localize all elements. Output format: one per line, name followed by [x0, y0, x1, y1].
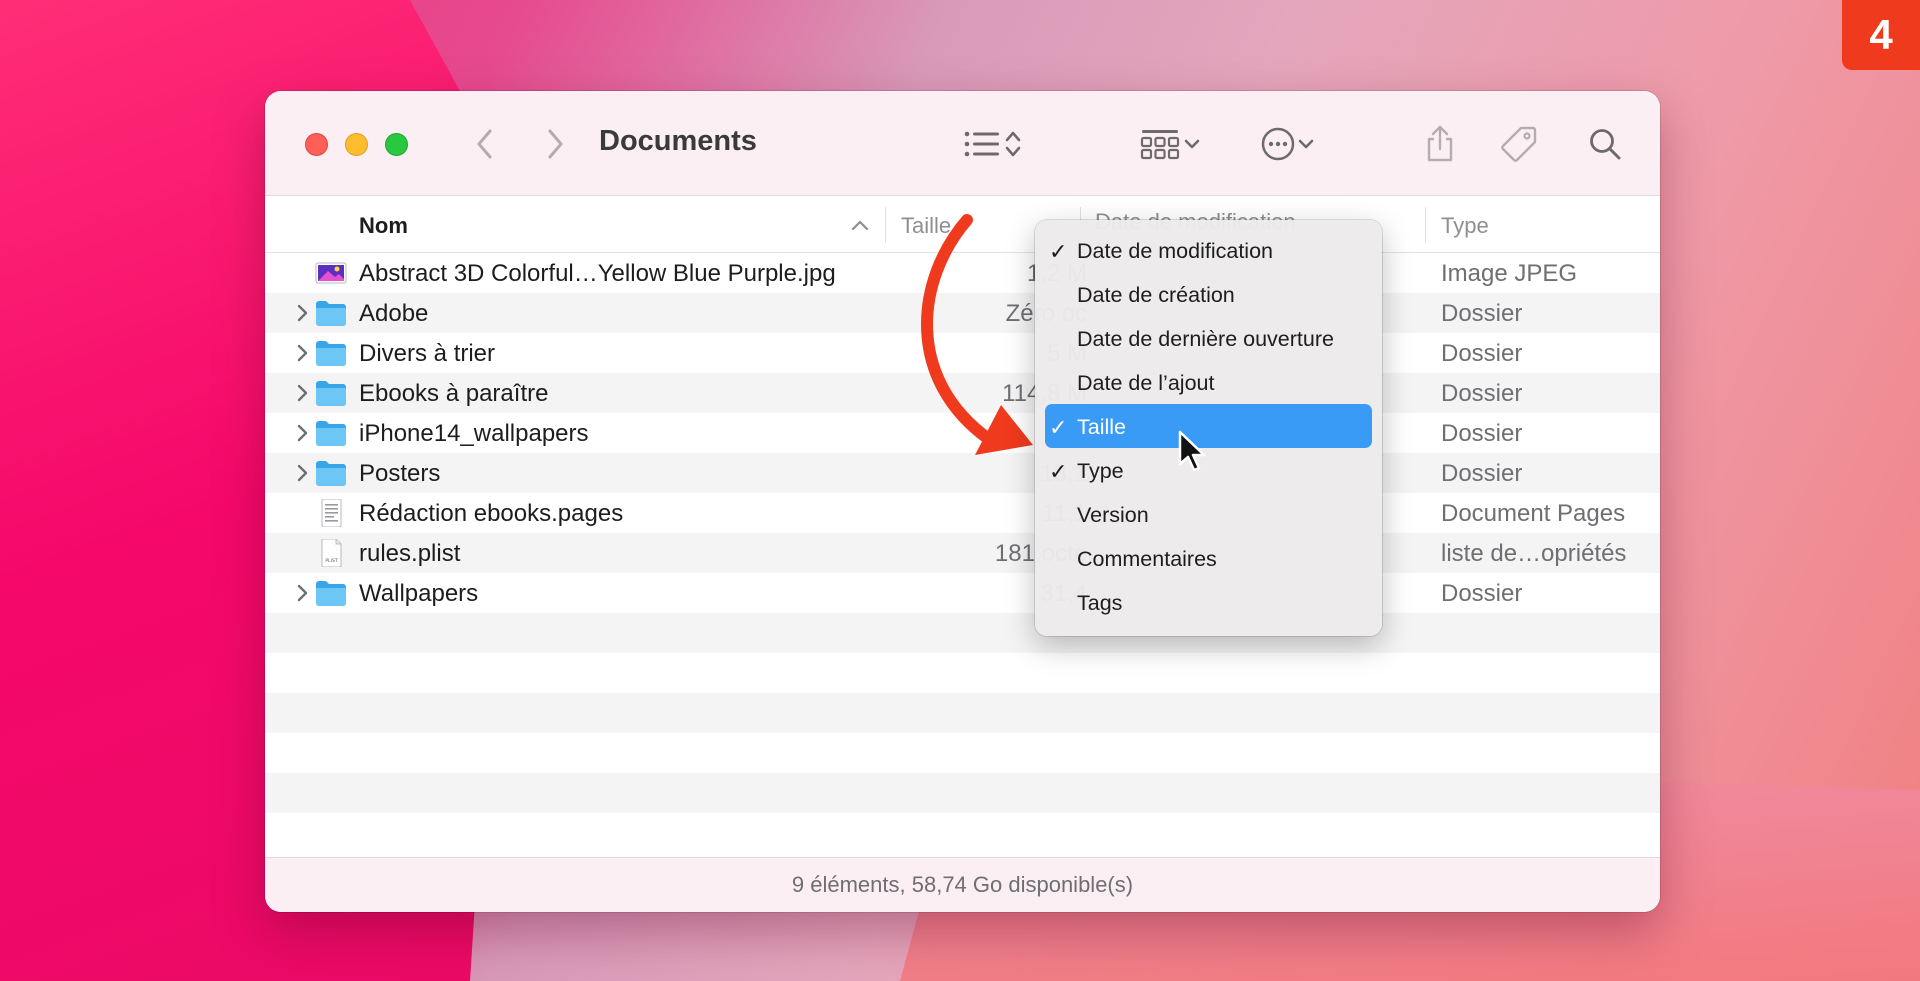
- file-name: Rédaction ebooks.pages: [359, 500, 624, 527]
- column-kind-header[interactable]: Type: [1441, 213, 1489, 239]
- file-kind: Dossier: [1441, 580, 1523, 607]
- file-kind: Document Pages: [1441, 500, 1626, 527]
- empty-row: [265, 773, 1660, 813]
- folder-icon: [315, 339, 347, 367]
- file-row[interactable]: Rédaction ebooks.pages11,1Document Pages: [265, 493, 1660, 533]
- column-separator[interactable]: [885, 207, 886, 243]
- menu-item-label: Taille: [1077, 415, 1126, 439]
- menu-item[interactable]: Version: [1045, 492, 1372, 536]
- disclosure-chevron-icon[interactable]: [293, 381, 313, 405]
- toolbar: Documents: [265, 91, 1660, 196]
- jpeg-image-icon: [315, 259, 347, 287]
- menu-item-label: Date de dernière ouverture: [1077, 327, 1334, 351]
- folder-icon: [315, 299, 347, 327]
- menu-item-label: Date de modification: [1077, 239, 1273, 263]
- checkmark-icon: ✓: [1049, 415, 1068, 440]
- file-name: Ebooks à paraître: [359, 380, 549, 407]
- window-title: Documents: [599, 125, 757, 157]
- checkmark-icon: ✓: [1049, 459, 1068, 484]
- pages-document-icon: [315, 498, 347, 528]
- tag-button[interactable]: [1497, 123, 1541, 165]
- share-icon: [1427, 125, 1453, 162]
- column-name-header[interactable]: Nom: [359, 213, 408, 239]
- empty-row: [265, 653, 1660, 693]
- file-kind: liste de…opriétés: [1441, 540, 1627, 567]
- menu-item-label: Type: [1077, 459, 1124, 483]
- column-separator[interactable]: [1425, 207, 1426, 243]
- disclosure-chevron-icon[interactable]: [293, 461, 313, 485]
- menu-item[interactable]: ✓ Type: [1045, 448, 1372, 492]
- file-kind: Dossier: [1441, 300, 1523, 327]
- back-button[interactable]: [465, 123, 505, 165]
- chevron-down-icon: [1298, 139, 1314, 149]
- file-kind: Image JPEG: [1441, 260, 1578, 287]
- plist-file-icon: PLIST: [315, 538, 347, 568]
- chevron-down-icon: [1184, 139, 1200, 149]
- file-row[interactable]: Wallpapers31,4Dossier: [265, 573, 1660, 613]
- menu-item[interactable]: ✓ Date de modification: [1045, 228, 1372, 272]
- folder-icon: [315, 379, 347, 407]
- file-kind: Dossier: [1441, 340, 1523, 367]
- disclosure-chevron-icon[interactable]: [293, 581, 313, 605]
- folder-icon: [315, 419, 347, 447]
- chevron-left-icon: [477, 129, 492, 159]
- empty-row: [265, 613, 1660, 653]
- view-mode-button[interactable]: [953, 123, 1033, 165]
- chevron-right-icon: [548, 129, 563, 159]
- menu-item-label: Commentaires: [1077, 547, 1217, 571]
- file-kind: Dossier: [1441, 420, 1523, 447]
- action-button[interactable]: [1248, 123, 1328, 165]
- folder-icon: [315, 579, 347, 607]
- forward-button[interactable]: [535, 123, 575, 165]
- file-row[interactable]: PLISTrules.plist181 octeliste de…opriété…: [265, 533, 1660, 573]
- updown-chevron-icon: [1005, 131, 1021, 157]
- sort-ascending-icon: [851, 220, 869, 231]
- step-badge: 4: [1842, 0, 1920, 70]
- file-name: iPhone14_wallpapers: [359, 420, 589, 447]
- minimize-button[interactable]: [345, 133, 368, 156]
- file-name: Abstract 3D Colorful…Yellow Blue Purple.…: [359, 260, 836, 287]
- file-name: Divers à trier: [359, 340, 496, 367]
- search-button[interactable]: [1585, 123, 1625, 165]
- file-kind: Dossier: [1441, 460, 1523, 487]
- checkmark-icon: ✓: [1049, 239, 1068, 264]
- mouse-pointer-icon: [1178, 430, 1206, 472]
- menu-item[interactable]: Date de l’ajout: [1045, 360, 1372, 404]
- search-icon: [1590, 129, 1621, 160]
- group-button[interactable]: [1131, 123, 1211, 165]
- ellipsis-circle-icon: [1261, 127, 1295, 161]
- close-button[interactable]: [305, 133, 328, 156]
- status-bar: 9 éléments, 58,74 Go disponible(s): [265, 857, 1660, 912]
- menu-item-label: Version: [1077, 503, 1149, 527]
- disclosure-chevron-icon[interactable]: [293, 341, 313, 365]
- zoom-button[interactable]: [385, 133, 408, 156]
- menu-item[interactable]: Date de création: [1045, 272, 1372, 316]
- menu-item-label: Date de l’ajout: [1077, 371, 1215, 395]
- menu-item[interactable]: Tags: [1045, 580, 1372, 624]
- empty-row: [265, 733, 1660, 773]
- group-grid-icon: [1140, 130, 1180, 160]
- disclosure-chevron-icon[interactable]: [293, 421, 313, 445]
- folder-icon: [315, 459, 347, 487]
- list-view-icon: [964, 131, 999, 157]
- column-options-menu: ✓ Date de modification Date de création Dat…: [1035, 220, 1382, 636]
- empty-row: [265, 693, 1660, 733]
- menu-item[interactable]: ✓ Taille: [1045, 404, 1372, 448]
- menu-item[interactable]: Commentaires: [1045, 536, 1372, 580]
- tag-icon: [1501, 126, 1537, 162]
- menu-item[interactable]: Date de dernière ouverture: [1045, 316, 1372, 360]
- share-button[interactable]: [1420, 123, 1460, 165]
- file-name: Wallpapers: [359, 580, 479, 607]
- menu-item-label: Date de création: [1077, 283, 1235, 307]
- svg-text:PLIST: PLIST: [325, 558, 337, 564]
- file-name: rules.plist: [359, 540, 461, 567]
- empty-row: [265, 813, 1660, 853]
- disclosure-chevron-icon[interactable]: [293, 301, 313, 325]
- file-kind: Dossier: [1441, 380, 1523, 407]
- file-name: Posters: [359, 460, 441, 487]
- file-name: Adobe: [359, 300, 429, 327]
- menu-item-label: Tags: [1077, 591, 1123, 615]
